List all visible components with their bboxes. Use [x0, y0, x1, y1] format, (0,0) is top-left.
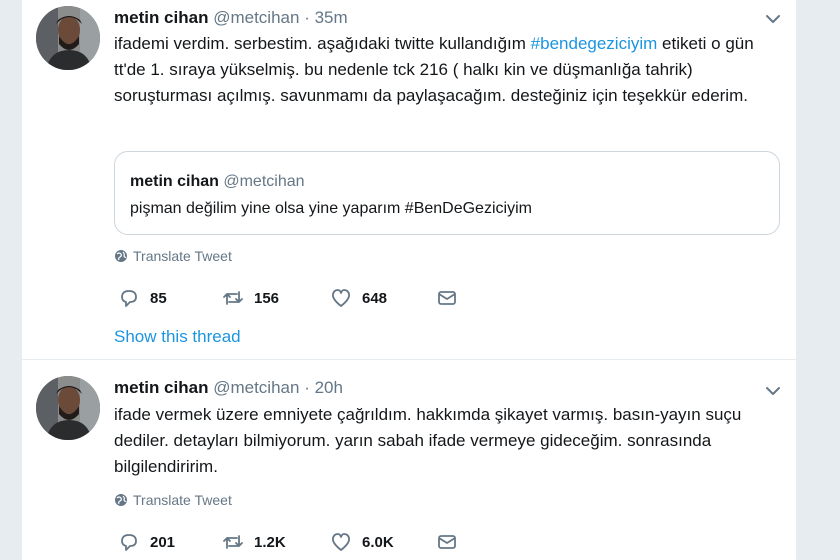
separator-dot: · [304, 8, 310, 27]
translate-tweet-link[interactable]: Translate Tweet [114, 248, 232, 264]
retweet-button[interactable]: 1.2K [222, 531, 286, 553]
retweet-icon [223, 535, 243, 549]
reply-button[interactable]: 85 [118, 287, 167, 309]
reply-icon [121, 290, 137, 307]
retweet-button[interactable]: 156 [222, 287, 279, 309]
quoted-author-name: metin cihan [130, 173, 219, 190]
envelope-icon [438, 535, 456, 549]
envelope-icon [438, 291, 456, 305]
chevron-down-icon[interactable] [764, 382, 782, 400]
show-thread-link[interactable]: Show this thread [114, 327, 241, 347]
reply-icon [121, 534, 137, 551]
quoted-author-handle: @metcihan [223, 173, 305, 190]
retweet-count: 1.2K [254, 533, 286, 551]
like-count: 648 [362, 289, 388, 307]
tweet-header: metin cihan @metcihan · 35m [114, 8, 348, 28]
author-name[interactable]: metin cihan [114, 8, 208, 27]
translate-label: Translate Tweet [133, 492, 232, 508]
direct-message-button[interactable] [436, 531, 458, 553]
heart-icon [332, 533, 350, 551]
reply-button[interactable]: 201 [118, 531, 175, 553]
tweet-timestamp[interactable]: 35m [315, 8, 348, 27]
tweet-text-part: ifademi verdim. serbestim. aşağıdaki twi… [114, 34, 531, 53]
author-handle[interactable]: @metcihan [213, 8, 299, 27]
tweet[interactable]: metin cihan @metcihan · 35m ifademi verd… [22, 0, 796, 360]
timeline-column: metin cihan @metcihan · 35m ifademi verd… [22, 0, 796, 560]
like-count: 6.0K [362, 533, 394, 551]
reply-count: 85 [150, 289, 167, 307]
heart-icon [332, 289, 350, 307]
author-handle[interactable]: @metcihan [213, 378, 299, 397]
separator-dot: · [304, 378, 310, 397]
quoted-tweet-header: metin cihan @metcihan [130, 173, 305, 191]
reply-count: 201 [150, 533, 176, 551]
tweet-text: ifademi verdim. serbestim. aşağıdaki twi… [114, 31, 784, 109]
translate-label: Translate Tweet [133, 248, 232, 264]
author-name[interactable]: metin cihan [114, 378, 208, 397]
quoted-tweet[interactable]: metin cihan @metcihan pişman değilim yin… [114, 151, 780, 235]
tweet-header: metin cihan @metcihan · 20h [114, 378, 343, 398]
retweet-icon [223, 291, 243, 305]
like-button[interactable]: 648 [330, 287, 387, 309]
globe-icon [115, 250, 127, 262]
tweet-timestamp[interactable]: 20h [315, 378, 343, 397]
avatar[interactable] [36, 6, 100, 70]
direct-message-button[interactable] [436, 287, 458, 309]
hashtag-link[interactable]: #bendegeziciyim [531, 34, 658, 53]
like-button[interactable]: 6.0K [330, 531, 394, 553]
retweet-count: 156 [254, 289, 280, 307]
translate-tweet-link[interactable]: Translate Tweet [114, 492, 232, 508]
globe-icon [115, 494, 127, 506]
quoted-tweet-text: pişman değilim yine olsa yine yaparım #B… [130, 200, 532, 217]
avatar[interactable] [36, 376, 100, 440]
chevron-down-icon[interactable] [764, 10, 782, 28]
tweet[interactable]: metin cihan @metcihan · 20h ifade vermek… [22, 362, 796, 560]
tweet-text: ifade vermek üzere emniyete çağrıldım. h… [114, 405, 742, 476]
